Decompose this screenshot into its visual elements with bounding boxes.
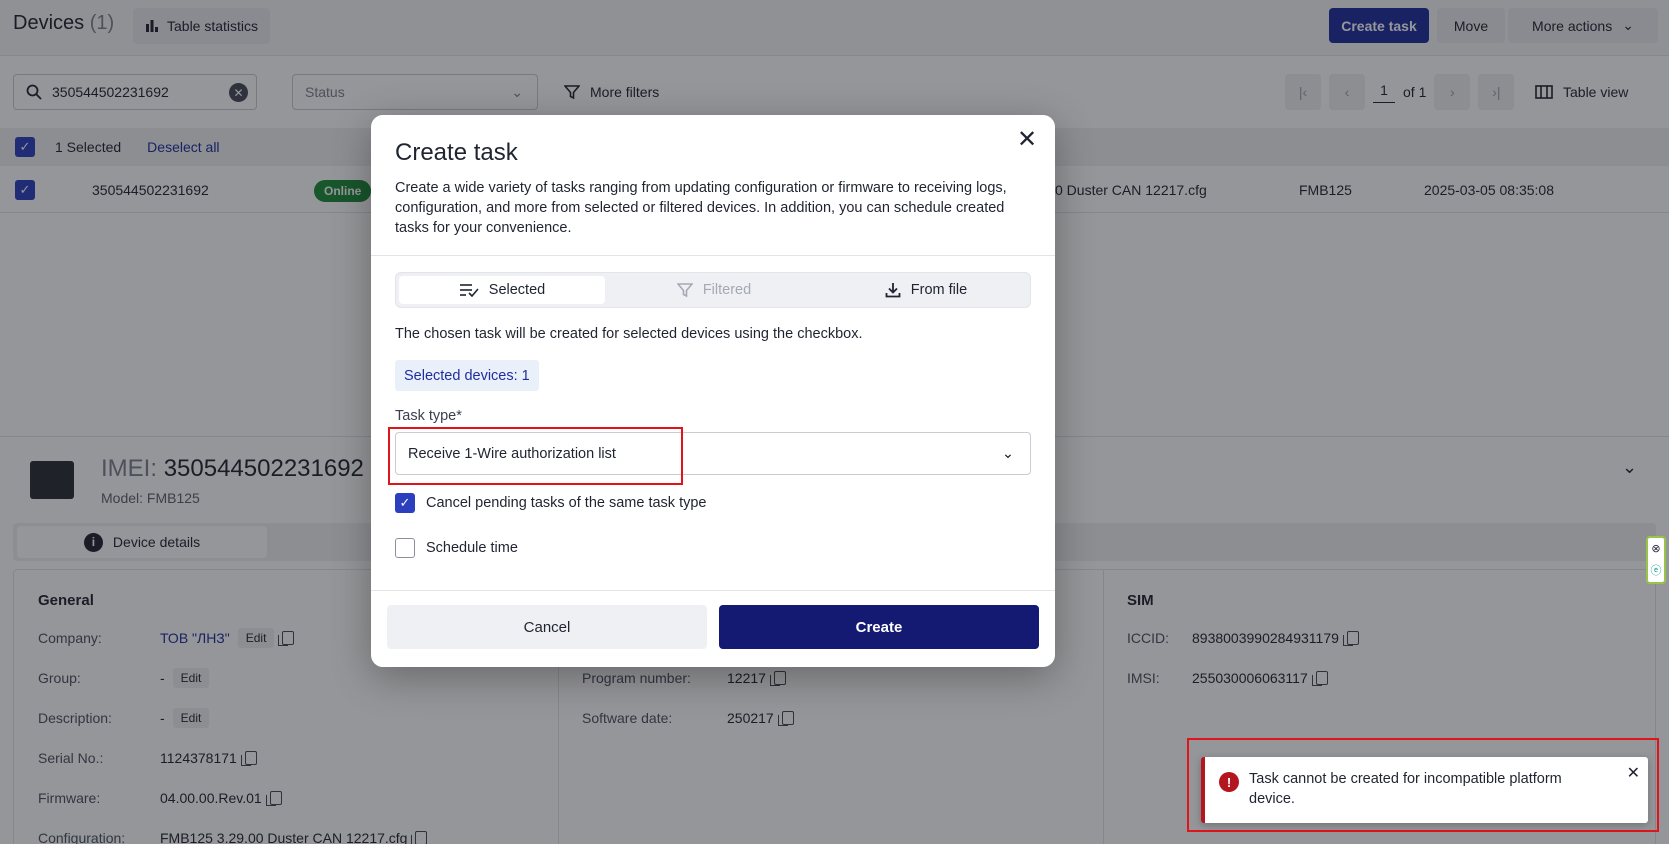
cancel-button[interactable]: Cancel xyxy=(387,605,707,649)
list-check-icon xyxy=(459,284,479,297)
schedule-time-option[interactable]: Schedule time xyxy=(395,538,518,558)
dialog-footer: Cancel Create xyxy=(387,605,1039,649)
tab-selected-label: Selected xyxy=(488,282,546,298)
selected-devices-chip: Selected devices: 1 xyxy=(395,360,539,391)
highlight-box xyxy=(388,427,683,485)
close-circle-icon[interactable]: ⊗ xyxy=(1651,542,1660,555)
chevron-down-icon: ⌄ xyxy=(1001,445,1014,462)
divider xyxy=(371,255,1055,256)
extension-icon[interactable]: ⓔ xyxy=(1651,562,1662,578)
cancel-pending-label: Cancel pending tasks of the same task ty… xyxy=(426,495,707,511)
task-type-label: Task type* xyxy=(395,408,462,424)
create-task-dialog: ✕ Create task Create a wide variety of t… xyxy=(371,115,1055,667)
filter-icon xyxy=(676,283,693,298)
tab-from-file[interactable]: From file xyxy=(823,276,1029,304)
dialog-title: Create task xyxy=(395,139,518,166)
tab-filtered[interactable]: Filtered xyxy=(611,276,817,304)
browser-extension-widget[interactable]: ⊗ ⓔ xyxy=(1646,536,1666,584)
error-toast: ! Task cannot be created for incompatibl… xyxy=(1201,757,1648,823)
cancel-pending-checkbox[interactable]: ✓ xyxy=(395,493,415,513)
close-icon[interactable]: ✕ xyxy=(1627,763,1640,783)
download-icon xyxy=(885,283,901,298)
cancel-pending-option[interactable]: ✓ Cancel pending tasks of the same task … xyxy=(395,493,707,513)
tab-from-file-label: From file xyxy=(910,282,968,298)
create-button[interactable]: Create xyxy=(719,605,1039,649)
error-icon: ! xyxy=(1219,772,1239,792)
chosen-task-info: The chosen task will be created for sele… xyxy=(395,326,863,342)
tab-filtered-label: Filtered xyxy=(702,282,752,298)
dialog-description: Create a wide variety of tasks ranging f… xyxy=(395,180,1007,236)
schedule-time-label: Schedule time xyxy=(426,540,518,556)
toast-message: Task cannot be created for incompatible … xyxy=(1249,771,1562,807)
target-tabs: Selected Filtered From file xyxy=(395,272,1031,308)
schedule-time-checkbox[interactable] xyxy=(395,538,415,558)
divider xyxy=(371,590,1055,591)
close-icon[interactable]: ✕ xyxy=(1013,125,1041,153)
tab-selected[interactable]: Selected xyxy=(399,276,605,304)
